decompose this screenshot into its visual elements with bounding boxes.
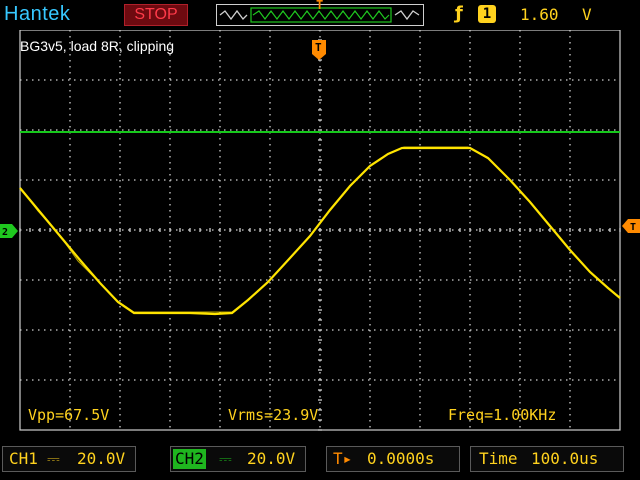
trigger-position-icon: T▸ (333, 449, 353, 468)
brand-logo: Hantek (4, 3, 71, 25)
ch1-ground-marker: 2 (0, 224, 18, 238)
waveform-display: 2 T T (0, 30, 640, 431)
svg-text:T: T (315, 41, 322, 54)
dc-coupling-icon: ⎓ (219, 449, 232, 468)
trigger-level-marker: T (622, 219, 640, 233)
svg-text:T: T (630, 222, 636, 233)
trigger-level-value: 1.60 (520, 5, 559, 24)
rising-edge-icon: ƒ (455, 3, 463, 24)
ch1-scale: 20.0V (77, 449, 126, 468)
vpp-measurement: Vpp=67.5V (28, 406, 110, 424)
screen-annotation: BG3v5, load 8R, clipping (20, 38, 175, 54)
svg-text:2: 2 (2, 227, 8, 238)
vrms-measurement: Vrms=23.9V (228, 406, 319, 424)
freq-measurement: Freq=1.00KHz (448, 406, 557, 424)
trigger-source-badge: 1 (478, 5, 496, 23)
ch2-scale: 20.0V (247, 449, 296, 468)
ch1-settings[interactable]: CH1 ⎓ 20.0V (2, 446, 136, 472)
trigger-position-value: 0.0000s (367, 449, 435, 468)
dc-coupling-icon: ⎓ (47, 449, 60, 468)
trigger-position-marker: T (316, 0, 324, 12)
run-stop-button[interactable]: STOP (124, 4, 188, 26)
time-label: Time (479, 449, 518, 468)
trigger-time-marker: T (312, 40, 326, 60)
timebase-value: 100.0us (531, 449, 599, 468)
trigger-level-unit: V (582, 5, 592, 24)
graticule (19, 30, 621, 431)
trigger-position-settings[interactable]: T▸ 0.0000s (326, 446, 460, 472)
ch2-settings[interactable]: CH2 ⎓ 20.0V (170, 446, 306, 472)
ch1-label: CH1 (9, 449, 38, 468)
ch2-label: CH2 (173, 449, 206, 469)
timebase-settings[interactable]: Time 100.0us (470, 446, 624, 472)
